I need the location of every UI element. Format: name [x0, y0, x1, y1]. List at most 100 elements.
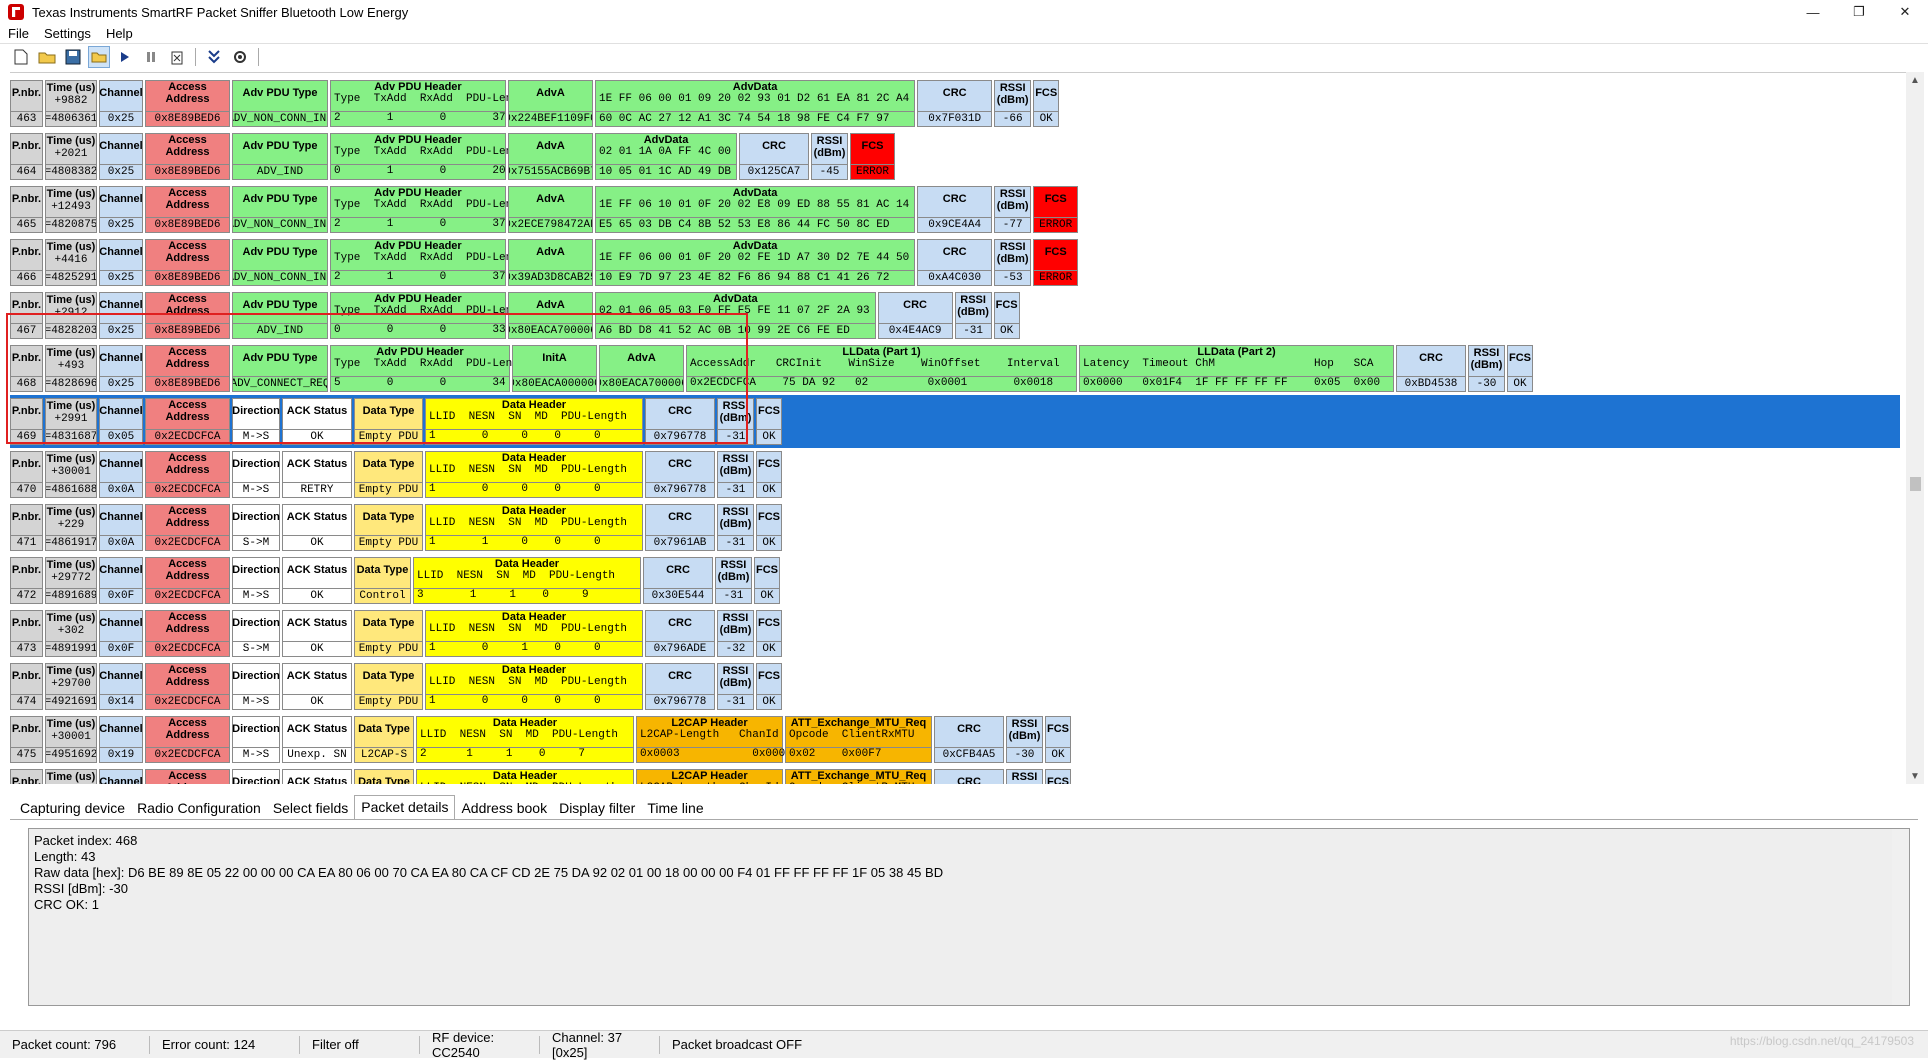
time-cell[interactable]: Time (us) +4416 =4825291 — [45, 239, 97, 286]
time-cell[interactable]: Time (us) +29700 =4921691 — [45, 663, 97, 710]
ack-status-cell[interactable]: ACK Status RETRY — [282, 451, 352, 498]
tab-capturing-device[interactable]: Capturing device — [14, 797, 131, 819]
time-cell[interactable]: Time (us) +29772 =4891689 — [45, 557, 97, 604]
packet-row[interactable]: P.nbr. 465 Time (us) +12493 =4820875 Channel 0… — [10, 183, 1900, 236]
pnbr-cell[interactable]: P.nbr. 469 — [10, 398, 43, 445]
pnbr-cell[interactable]: P.nbr. 465 — [10, 186, 43, 233]
fcs-cell[interactable]: FCS OK — [754, 557, 780, 604]
time-cell[interactable]: Time (us) +493 =4828696 — [45, 345, 97, 392]
att-exchange-mtu-req-cell[interactable]: ATT_Exchange_MTU_Req Opcode ClientRxMTU 0x… — [785, 716, 932, 763]
data-header-cell[interactable]: Data Header LLID NESN SN MD PDU-Length 1 0… — [425, 663, 643, 710]
time-cell[interactable]: Time (us) +30001 =4951692 — [45, 716, 97, 763]
fcs-cell[interactable]: FCS ERROR — [1033, 239, 1079, 286]
adva-cell[interactable]: AdvA 0x80EACA700006 — [599, 345, 684, 392]
open-folder-icon[interactable] — [36, 46, 58, 68]
time-cell[interactable]: Time (us)+30002 — [45, 769, 97, 784]
crc-cell[interactable]: CRC 0x7F031D — [917, 80, 993, 127]
crc-cell[interactable]: CRC 0xBD4538 — [1396, 345, 1466, 392]
access-address-cell[interactable]: Access Address 0x2ECDCFCA — [145, 663, 230, 710]
direction-cell[interactable]: Direction S->M — [232, 504, 280, 551]
crc-cell[interactable]: CRC 0x7961AB — [645, 504, 715, 551]
data-header-cell[interactable]: Data Header LLID NESN SN MD PDU-Length 1 0… — [425, 398, 643, 445]
pnbr-cell[interactable]: P.nbr. 473 — [10, 610, 43, 657]
crc-cell[interactable]: CRC 0x796ADE — [645, 610, 715, 657]
tab-radio-configuration[interactable]: Radio Configuration — [131, 797, 267, 819]
l2cap-header-cell[interactable]: L2CAP HeaderL2CAP-Length ChanId — [636, 769, 783, 784]
pnbr-cell[interactable]: P.nbr. 466 — [10, 239, 43, 286]
packet-row[interactable]: P.nbr. 469 Time (us) +2991 =4831687 Channel 0x… — [10, 395, 1900, 448]
fcs-cell[interactable]: FCS OK — [756, 398, 782, 445]
advdata-cell[interactable]: AdvData 02 01 1A 0A FF 4C 00 10 05 01 1C A… — [595, 133, 737, 180]
crc-cell[interactable]: CRC 0x796778 — [645, 663, 715, 710]
time-cell[interactable]: Time (us) +2021 =4808382 — [45, 133, 97, 180]
lldata-part1-cell[interactable]: LLData (Part 1) AccessAddr CRCInit WinSiz… — [686, 345, 1077, 392]
rssi-cell[interactable]: RSSI (dBm) -30 — [1468, 345, 1505, 392]
crc-cell[interactable]: CRC 0x125CA7 — [739, 133, 809, 180]
settings-link-icon[interactable] — [229, 46, 251, 68]
time-cell[interactable]: Time (us) +2912 =4828203 — [45, 292, 97, 339]
time-cell[interactable]: Time (us) +12493 =4820875 — [45, 186, 97, 233]
scroll-down-icon[interactable]: ▼ — [1906, 768, 1924, 784]
ack-status-cell[interactable]: ACK Status OK — [282, 398, 352, 445]
channel-cell[interactable]: Channel 0x25 — [99, 292, 143, 339]
pnbr-cell[interactable]: P.nbr. 468 — [10, 345, 43, 392]
fcs-cell[interactable]: FCS OK — [993, 292, 1020, 339]
pnbr-cell[interactable]: P.nbr. 463 — [10, 80, 43, 127]
access-address-cell[interactable]: Access Address 0x8E89BED6 — [145, 80, 230, 127]
adv-pdu-type-cell[interactable]: Adv PDU Type ADV_NON_CONN_IND — [232, 186, 328, 233]
packet-row[interactable]: P.nbr. 467 Time (us) +2912 =4828203 Channel 0x… — [10, 289, 1900, 342]
autoscroll-icon[interactable] — [203, 46, 225, 68]
rssi-cell[interactable]: RSSI (dBm) -32 — [717, 610, 754, 657]
adv-pdu-header-cell[interactable]: Adv PDU Header Type TxAdd RxAdd PDU-Lengt… — [330, 186, 532, 233]
advdata-cell[interactable]: AdvData 1E FF 06 00 01 09 20 02 93 01 D2 … — [595, 80, 916, 127]
channel-cell[interactable]: Channel — [99, 769, 143, 784]
rssi-cell[interactable]: RSSI (dBm) — [1006, 769, 1043, 784]
adva-cell[interactable]: AdvA 0x39AD3D8CAB25 — [508, 239, 593, 286]
access-address-cell[interactable]: Access Address 0x2ECDCFCA — [145, 504, 230, 551]
adv-pdu-type-cell[interactable]: Adv PDU Type ADV_IND — [232, 292, 328, 339]
direction-cell[interactable]: Direction S->M — [232, 610, 280, 657]
channel-cell[interactable]: Channel 0x0A — [99, 504, 143, 551]
time-cell[interactable]: Time (us) +30001 =4861688 — [45, 451, 97, 498]
save-icon[interactable] — [62, 46, 84, 68]
data-type-cell[interactable]: Data Type L2CAP-S — [354, 716, 414, 763]
fcs-cell[interactable]: FCS OK — [756, 451, 782, 498]
data-type-cell[interactable]: Data Type Empty PDU — [354, 504, 423, 551]
rssi-cell[interactable]: RSSI (dBm) -31 — [717, 398, 754, 445]
time-cell[interactable]: Time (us) +302 =4891991 — [45, 610, 97, 657]
scroll-thumb[interactable] — [1910, 477, 1921, 491]
channel-cell[interactable]: Channel 0x25 — [99, 80, 143, 127]
inita-cell[interactable]: InitA 0x80EACA000000 — [512, 345, 597, 392]
packet-row[interactable]: P.nbr. 471 Time (us) +229 =4861917 Channel 0x0… — [10, 501, 1900, 554]
access-address-cell[interactable]: Access Address 0x2ECDCFCA — [145, 610, 230, 657]
restore-button[interactable]: ❐ — [1836, 0, 1882, 24]
channel-cell[interactable]: Channel 0x25 — [99, 133, 143, 180]
fcs-cell[interactable]: FCS ERROR — [1033, 186, 1079, 233]
channel-cell[interactable]: Channel 0x05 — [99, 398, 143, 445]
l2cap-header-cell[interactable]: L2CAP Header L2CAP-Length ChanId 0x0003 0x… — [636, 716, 792, 763]
rssi-cell[interactable]: RSSI (dBm) -31 — [717, 504, 754, 551]
data-type-cell[interactable]: Data Type Empty PDU — [354, 663, 423, 710]
data-header-cell[interactable]: Data Header LLID NESN SN MD PDU-Length 1 0… — [425, 451, 643, 498]
data-type-cell[interactable]: Data Type — [354, 769, 414, 784]
packet-row[interactable]: P.nbr.476Time (us)+30002Channel Access Ad… — [10, 766, 1900, 784]
adv-pdu-header-cell[interactable]: Adv PDU Header Type TxAdd RxAdd PDU-Lengt… — [330, 239, 532, 286]
data-header-cell[interactable]: Data Header LLID NESN SN MD PDU-Length 3 1… — [413, 557, 641, 604]
pnbr-cell[interactable]: P.nbr. 471 — [10, 504, 43, 551]
rssi-cell[interactable]: RSSI (dBm) -31 — [717, 663, 754, 710]
packet-row[interactable]: P.nbr. 463 Time (us) +9882 =4806361 Channel 0x… — [10, 77, 1900, 130]
fcs-cell[interactable]: FCS ERROR — [850, 133, 895, 180]
channel-cell[interactable]: Channel 0x25 — [99, 239, 143, 286]
tab-address-book[interactable]: Address book — [455, 797, 553, 819]
pnbr-cell[interactable]: P.nbr. 467 — [10, 292, 43, 339]
direction-cell[interactable]: Direction M->S — [232, 557, 280, 604]
tab-display-filter[interactable]: Display filter — [553, 797, 641, 819]
packet-row[interactable]: P.nbr. 473 Time (us) +302 =4891991 Channel 0x0… — [10, 607, 1900, 660]
pnbr-cell[interactable]: P.nbr. 475 — [10, 716, 43, 763]
clear-icon[interactable] — [166, 46, 188, 68]
adv-pdu-header-cell[interactable]: Adv PDU Header Type TxAdd RxAdd PDU-Lengt… — [330, 80, 532, 127]
fcs-cell[interactable]: FCS OK — [1033, 80, 1060, 127]
pnbr-cell[interactable]: P.nbr.476 — [10, 769, 43, 784]
access-address-cell[interactable]: Access Address 0x8E89BED6 — [145, 345, 230, 392]
channel-cell[interactable]: Channel 0x25 — [99, 345, 143, 392]
